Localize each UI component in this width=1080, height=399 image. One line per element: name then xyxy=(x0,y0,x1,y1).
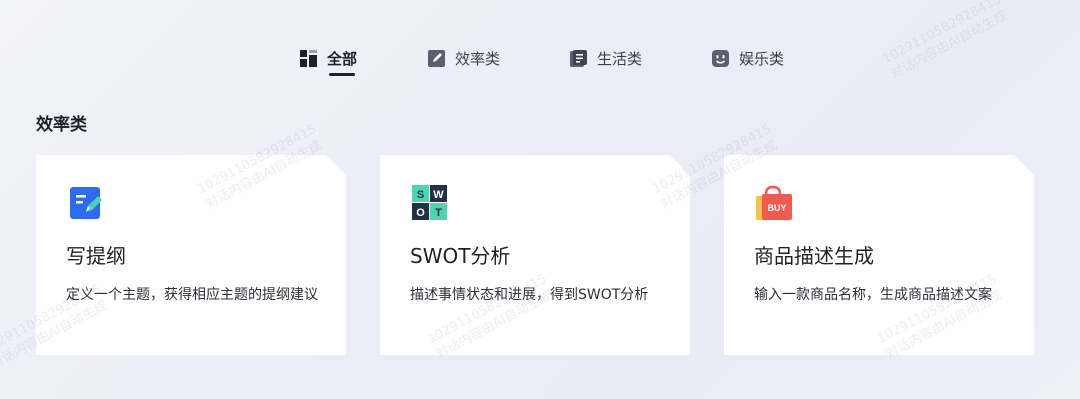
outline-doc-icon xyxy=(68,185,104,221)
tab-life[interactable]: 生活类 xyxy=(570,40,642,76)
smiley-icon xyxy=(712,49,729,67)
swot-letter-w: W xyxy=(433,189,444,201)
swot-icon: S W O T xyxy=(412,185,448,221)
grid-icon xyxy=(300,49,317,67)
tab-efficiency[interactable]: 效率类 xyxy=(428,40,500,76)
card-product-description[interactable]: BUY 商品描述生成 输入一款商品名称，生成商品描述文案 xyxy=(724,155,1034,355)
card-description: 输入一款商品名称，生成商品描述文案 xyxy=(754,287,992,303)
tab-all[interactable]: 全部 xyxy=(300,40,357,76)
card-description: 定义一个主题，获得相应主题的提纲建议 xyxy=(66,287,318,303)
section-title: 效率类 xyxy=(36,115,87,135)
tab-all-label: 全部 xyxy=(327,49,358,68)
tab-efficiency-label: 效率类 xyxy=(455,49,501,68)
card-title: 写提纲 xyxy=(66,244,126,268)
notes-icon xyxy=(570,49,587,67)
shopping-bag-icon: BUY xyxy=(756,185,796,221)
tab-entertainment[interactable]: 娱乐类 xyxy=(712,40,784,76)
swot-letter-o: O xyxy=(416,207,425,219)
card-title: 商品描述生成 xyxy=(754,244,874,268)
active-tab-indicator xyxy=(329,73,355,76)
swot-letter-t: T xyxy=(435,207,442,219)
card-title: SWOT分析 xyxy=(410,244,511,268)
tab-life-label: 生活类 xyxy=(597,49,643,68)
card-swot[interactable]: S W O T SWOT分析 描述事情状态和进展，得到SWOT分析 xyxy=(380,155,690,355)
edit-doc-icon xyxy=(428,49,445,67)
card-outline[interactable]: 写提纲 定义一个主题，获得相应主题的提纲建议 xyxy=(36,155,346,355)
category-tabs: 全部 效率类 生活类 娱乐类 xyxy=(0,40,1080,80)
swot-letter-s: S xyxy=(417,189,424,201)
bag-text: BUY xyxy=(767,203,786,213)
card-description: 描述事情状态和进展，得到SWOT分析 xyxy=(410,287,649,303)
tab-entertainment-label: 娱乐类 xyxy=(739,49,785,68)
